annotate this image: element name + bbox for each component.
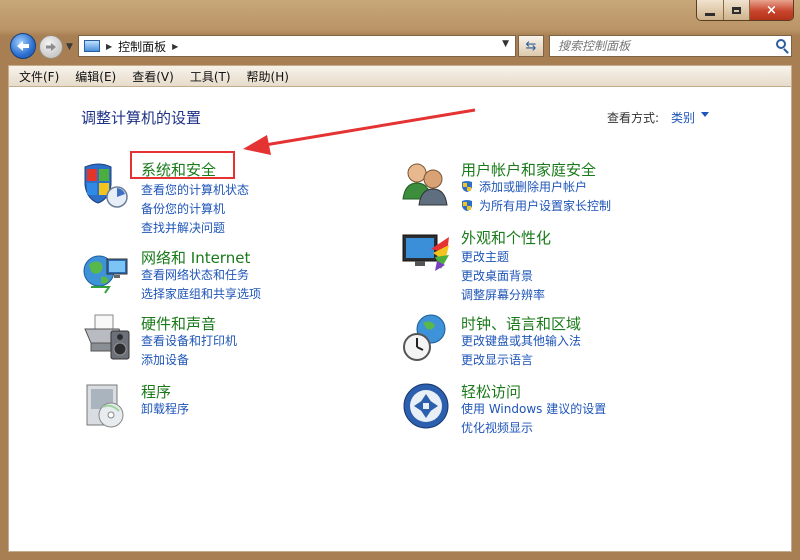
view-by-chevron-down-icon[interactable] bbox=[701, 112, 709, 117]
close-icon: × bbox=[766, 2, 777, 18]
link-find-fix-problems[interactable]: 查找并解决问题 bbox=[141, 219, 225, 236]
category-network-internet: 网络和 Internet 查看网络状态和任务 选择家庭组和共享选项 bbox=[81, 247, 331, 307]
search-box[interactable] bbox=[549, 35, 792, 57]
category-ease-of-access: 轻松访问 使用 Windows 建议的设置 优化视频显示 bbox=[401, 381, 731, 441]
search-input[interactable] bbox=[556, 38, 770, 54]
search-icon[interactable] bbox=[776, 39, 786, 49]
link-display-language[interactable]: 更改显示语言 bbox=[461, 351, 533, 368]
uac-shield-icon bbox=[462, 181, 472, 192]
maximize-icon bbox=[732, 6, 741, 14]
category-title-network-internet[interactable]: 网络和 Internet bbox=[141, 247, 250, 268]
category-user-accounts: 用户帐户和家庭安全 添加或删除用户帐户 为所有用户设置家长控制 bbox=[401, 159, 731, 219]
menu-tools[interactable]: 工具(T) bbox=[180, 68, 237, 85]
breadcrumb-control-panel[interactable]: 控制面板 bbox=[118, 38, 166, 55]
caption-buttons: × bbox=[696, 0, 794, 21]
link-change-theme[interactable]: 更改主题 bbox=[461, 248, 509, 265]
link-devices-printers[interactable]: 查看设备和打印机 bbox=[141, 332, 237, 349]
close-button[interactable]: × bbox=[749, 0, 793, 20]
menu-edit[interactable]: 编辑(E) bbox=[65, 68, 122, 85]
title-bar[interactable]: × bbox=[0, 0, 800, 30]
link-add-remove-accounts[interactable]: 添加或删除用户帐户 bbox=[479, 178, 587, 195]
category-appearance: 外观和个性化 更改主题 更改桌面背景 调整屏幕分辨率 bbox=[401, 227, 731, 302]
content-area: 调整计算机的设置 查看方式: 类别 系统和安全 查看您的计算机状态 备份您的计算… bbox=[8, 87, 792, 552]
refresh-icon: ⇆ bbox=[525, 38, 537, 54]
link-optimize-display[interactable]: 优化视频显示 bbox=[461, 419, 533, 436]
category-title-hardware-sound[interactable]: 硬件和声音 bbox=[141, 313, 216, 334]
link-keyboard-input[interactable]: 更改键盘或其他输入法 bbox=[461, 332, 581, 349]
forward-arrow-icon bbox=[46, 43, 56, 51]
printer-hardware-icon bbox=[84, 314, 130, 360]
minimize-button[interactable] bbox=[697, 0, 723, 20]
clock-globe-icon bbox=[403, 314, 446, 361]
appearance-monitor-icon bbox=[402, 234, 449, 271]
back-arrow-icon bbox=[17, 41, 29, 51]
category-title-clock-language[interactable]: 时钟、语言和区域 bbox=[461, 313, 581, 334]
link-uninstall-program[interactable]: 卸载程序 bbox=[141, 400, 189, 417]
address-dropdown-icon[interactable]: ▼ bbox=[502, 39, 509, 49]
category-clock-language-region: 时钟、语言和区域 更改键盘或其他输入法 更改显示语言 bbox=[401, 313, 731, 373]
programs-disc-icon bbox=[86, 384, 124, 428]
control-panel-window: × ▼ ▶ 控制面板 ▶ ▼ ⇆ 文件(F) 编辑(E) 查看(V) 工具(T)… bbox=[0, 0, 800, 560]
menu-view[interactable]: 查看(V) bbox=[122, 68, 180, 85]
view-by-dropdown[interactable]: 类别 bbox=[671, 109, 695, 126]
maximize-button[interactable] bbox=[723, 0, 749, 20]
link-network-status[interactable]: 查看网络状态和任务 bbox=[141, 266, 249, 283]
link-add-device[interactable]: 添加设备 bbox=[141, 351, 189, 368]
link-recommended-settings[interactable]: 使用 Windows 建议的设置 bbox=[461, 400, 606, 417]
link-parental-controls[interactable]: 为所有用户设置家长控制 bbox=[479, 197, 611, 214]
network-globe-icon bbox=[83, 255, 128, 294]
page-title: 调整计算机的设置 bbox=[81, 109, 202, 127]
menu-file[interactable]: 文件(F) bbox=[9, 68, 65, 85]
category-hardware-sound: 硬件和声音 查看设备和打印机 添加设备 bbox=[81, 313, 331, 373]
category-title-programs[interactable]: 程序 bbox=[141, 381, 171, 402]
menu-help[interactable]: 帮助(H) bbox=[237, 68, 295, 85]
control-panel-icon bbox=[84, 40, 100, 52]
address-bar[interactable]: ▶ 控制面板 ▶ ▼ bbox=[78, 35, 516, 57]
link-desktop-background[interactable]: 更改桌面背景 bbox=[461, 267, 533, 284]
system-security-icon bbox=[84, 163, 128, 208]
minimize-icon bbox=[705, 12, 715, 16]
back-button[interactable] bbox=[10, 33, 36, 59]
recent-pages-dropdown[interactable]: ▼ bbox=[66, 42, 73, 52]
category-programs: 程序 卸载程序 bbox=[81, 381, 331, 431]
link-view-computer-status[interactable]: 查看您的计算机状态 bbox=[141, 181, 249, 198]
annotation-highlight-box bbox=[130, 151, 235, 179]
uac-shield-icon bbox=[462, 200, 472, 211]
category-title-ease-of-access[interactable]: 轻松访问 bbox=[461, 381, 521, 402]
forward-button[interactable] bbox=[39, 35, 63, 59]
link-screen-resolution[interactable]: 调整屏幕分辨率 bbox=[461, 286, 545, 303]
breadcrumb-separator-icon[interactable]: ▶ bbox=[106, 42, 112, 51]
user-accounts-icon bbox=[402, 163, 448, 206]
category-title-appearance[interactable]: 外观和个性化 bbox=[461, 227, 551, 248]
refresh-button[interactable]: ⇆ bbox=[518, 35, 544, 57]
view-by-label: 查看方式: bbox=[607, 111, 660, 125]
breadcrumb-separator-icon[interactable]: ▶ bbox=[172, 42, 178, 51]
navigation-bar: ▼ ▶ 控制面板 ▶ ▼ ⇆ bbox=[0, 30, 800, 62]
category-title-user-accounts[interactable]: 用户帐户和家庭安全 bbox=[461, 159, 596, 180]
menu-bar: 文件(F) 编辑(E) 查看(V) 工具(T) 帮助(H) bbox=[8, 65, 792, 87]
link-backup-computer[interactable]: 备份您的计算机 bbox=[141, 200, 225, 217]
link-homegroup-sharing[interactable]: 选择家庭组和共享选项 bbox=[141, 285, 261, 302]
ease-of-access-icon bbox=[403, 383, 449, 429]
